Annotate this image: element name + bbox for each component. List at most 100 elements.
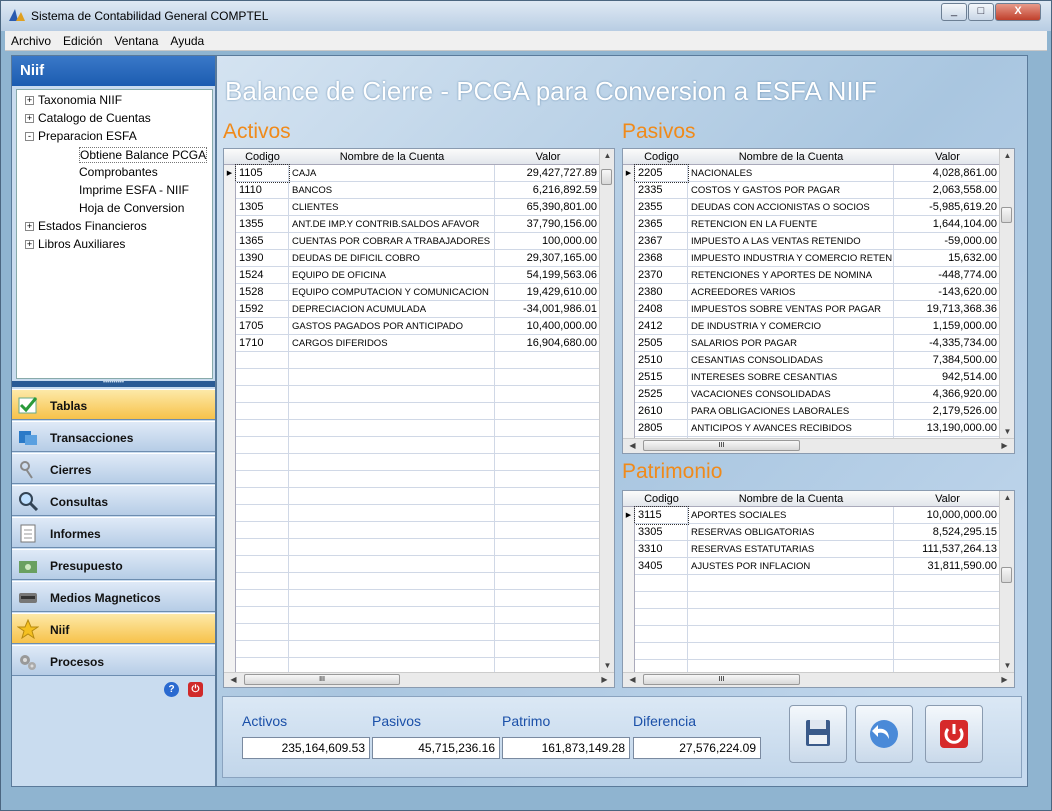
scroll-thumb[interactable]	[1001, 207, 1012, 223]
nav-transacciones[interactable]: Transacciones	[12, 421, 215, 452]
patrimonio-grid[interactable]: Codigo Nombre de la Cuenta Valor ▶ 3115 APORT…	[622, 490, 1015, 688]
nav-informes[interactable]: Informes	[12, 517, 215, 548]
row-selector[interactable]	[224, 403, 236, 420]
row-selector[interactable]	[224, 573, 236, 590]
hscroll-thumb[interactable]: III	[643, 674, 800, 685]
row-selector[interactable]	[224, 386, 236, 403]
column-header-nombre[interactable]: Nombre de la Cuenta	[289, 151, 495, 163]
column-header-valor[interactable]: Valor	[495, 151, 601, 163]
row-selector[interactable]	[623, 609, 635, 626]
minimize-button[interactable]: _	[941, 3, 967, 21]
row-selector[interactable]	[623, 216, 635, 233]
close-button[interactable]: X	[995, 3, 1041, 21]
row-selector[interactable]	[224, 335, 236, 352]
row-selector[interactable]	[224, 199, 236, 216]
row-selector[interactable]	[623, 250, 635, 267]
table-row[interactable]: 2370 RETENCIONES Y APORTES DE NOMINA -448,…	[623, 267, 1001, 284]
column-header-codigo[interactable]: Codigo	[635, 151, 688, 163]
undo-button[interactable]	[855, 705, 913, 763]
table-row[interactable]: 1305 CLIENTES 65,390,801.00	[224, 199, 601, 216]
table-row[interactable]: 1528 EQUIPO COMPUTACION Y COMUNICACION 19,…	[224, 284, 601, 301]
table-row[interactable]: 1705 GASTOS PAGADOS POR ANTICIPADO 10,400,…	[224, 318, 601, 335]
row-selector[interactable]	[623, 403, 635, 420]
table-row[interactable]: 2380 ACREEDORES VARIOS -143,620.00	[623, 284, 1001, 301]
table-row[interactable]: 3405 AJUSTES POR INFLACION 31,811,590.00	[623, 558, 1001, 575]
row-selector[interactable]	[224, 590, 236, 607]
column-header-valor[interactable]: Valor	[894, 493, 1001, 505]
nav-presupuesto[interactable]: Presupuesto	[12, 549, 215, 580]
row-selector[interactable]	[623, 524, 635, 541]
scroll-right-arrow-icon[interactable]: ▶	[597, 675, 612, 684]
scroll-thumb[interactable]	[1001, 567, 1012, 583]
scroll-thumb[interactable]	[601, 169, 612, 185]
nav-consultas[interactable]: Consultas	[12, 485, 215, 516]
maximize-button[interactable]: □	[968, 3, 994, 21]
scroll-right-arrow-icon[interactable]: ▶	[997, 675, 1012, 684]
row-selector[interactable]	[224, 182, 236, 199]
row-selector[interactable]	[224, 471, 236, 488]
table-row[interactable]: 2335 COSTOS Y GASTOS POR PAGAR 2,063,558.0…	[623, 182, 1001, 199]
help-icon[interactable]: ?	[164, 682, 179, 697]
row-selector[interactable]: ▶	[224, 165, 236, 182]
scroll-down-arrow-icon[interactable]: ▼	[1000, 427, 1014, 436]
row-selector[interactable]	[224, 301, 236, 318]
tree-node-obtiene-balance-pcga[interactable]: Obtiene Balance PCGA	[79, 147, 208, 163]
scroll-left-arrow-icon[interactable]: ◀	[226, 675, 241, 684]
table-row[interactable]: 1355 ANT.DE IMP.Y CONTRIB.SALDOS AFAVOR 37…	[224, 216, 601, 233]
vertical-scrollbar[interactable]: ▲ ▼	[999, 491, 1014, 672]
table-row[interactable]: 2510 CESANTIAS CONSOLIDADAS 7,384,500.00	[623, 352, 1001, 369]
column-header-nombre[interactable]: Nombre de la Cuenta	[688, 151, 894, 163]
row-selector[interactable]	[623, 643, 635, 660]
scroll-left-arrow-icon[interactable]: ◀	[625, 675, 640, 684]
row-selector[interactable]	[224, 556, 236, 573]
table-row[interactable]: ▶ 1105 CAJA 29,427,727.89	[224, 164, 601, 183]
row-selector[interactable]	[224, 522, 236, 539]
horizontal-scrollbar[interactable]: ◀ ▶ III	[623, 672, 1014, 687]
row-selector[interactable]	[224, 454, 236, 471]
tree-expander-icon[interactable]: +	[25, 240, 34, 249]
save-button[interactable]	[789, 705, 847, 763]
row-selector[interactable]	[623, 541, 635, 558]
table-row[interactable]: 3305 RESERVAS OBLIGATORIAS 8,524,295.15	[623, 524, 1001, 541]
table-row[interactable]: 1524 EQUIPO DE OFICINA 54,199,563.06	[224, 267, 601, 284]
tree-expander-icon[interactable]: +	[25, 96, 34, 105]
tree-expander-icon[interactable]: +	[25, 222, 34, 231]
row-selector[interactable]	[623, 335, 635, 352]
row-selector[interactable]	[623, 575, 635, 592]
vertical-scrollbar[interactable]: ▲ ▼	[599, 149, 614, 672]
menu-ventana[interactable]: Ventana	[108, 31, 164, 51]
table-row[interactable]: 1390 DEUDAS DE DIFICIL COBRO 29,307,165.00	[224, 250, 601, 267]
column-header-codigo[interactable]: Codigo	[236, 151, 289, 163]
row-selector[interactable]	[224, 250, 236, 267]
hscroll-thumb[interactable]: III	[244, 674, 400, 685]
row-selector[interactable]	[224, 216, 236, 233]
table-row[interactable]: 1365 CUENTAS POR COBRAR A TRABAJADORES 100…	[224, 233, 601, 250]
tree-node-comprobantes[interactable]: Comprobantes	[79, 165, 158, 179]
row-selector[interactable]	[623, 233, 635, 250]
row-selector[interactable]	[623, 199, 635, 216]
row-selector[interactable]	[623, 369, 635, 386]
table-row[interactable]: 2368 IMPUESTO INDUSTRIA Y COMERCIO RETENI…	[623, 250, 1001, 267]
tree-node-hoja-de-conversion[interactable]: Hoja de Conversion	[79, 201, 184, 215]
scroll-up-arrow-icon[interactable]: ▲	[600, 151, 614, 160]
table-row[interactable]: 2408 IMPUESTOS SOBRE VENTAS POR PAGAR 19,7…	[623, 301, 1001, 318]
row-selector[interactable]	[623, 301, 635, 318]
menu-edicion[interactable]: Edición	[57, 31, 108, 51]
row-selector[interactable]	[623, 626, 635, 643]
table-row[interactable]: 2525 VACACIONES CONSOLIDADAS 4,366,920.00	[623, 386, 1001, 403]
row-selector[interactable]	[623, 386, 635, 403]
nav-cierres[interactable]: Cierres	[12, 453, 215, 484]
power-icon[interactable]: ⏻	[188, 682, 203, 697]
row-selector[interactable]	[224, 624, 236, 641]
scroll-left-arrow-icon[interactable]: ◀	[625, 441, 640, 450]
horizontal-scrollbar[interactable]: ◀ ▶ III	[623, 438, 1014, 453]
column-header-valor[interactable]: Valor	[894, 151, 1001, 163]
menu-ayuda[interactable]: Ayuda	[164, 31, 210, 51]
row-selector[interactable]	[623, 267, 635, 284]
table-row[interactable]: 1592 DEPRECIACION ACUMULADA -34,001,986.01	[224, 301, 601, 318]
row-selector[interactable]	[623, 318, 635, 335]
row-selector[interactable]	[224, 352, 236, 369]
row-selector[interactable]: ▶	[623, 507, 635, 524]
row-selector[interactable]	[224, 505, 236, 522]
tree-node-catalogo-de-cuentas[interactable]: + Catalogo de Cuentas	[25, 111, 151, 125]
